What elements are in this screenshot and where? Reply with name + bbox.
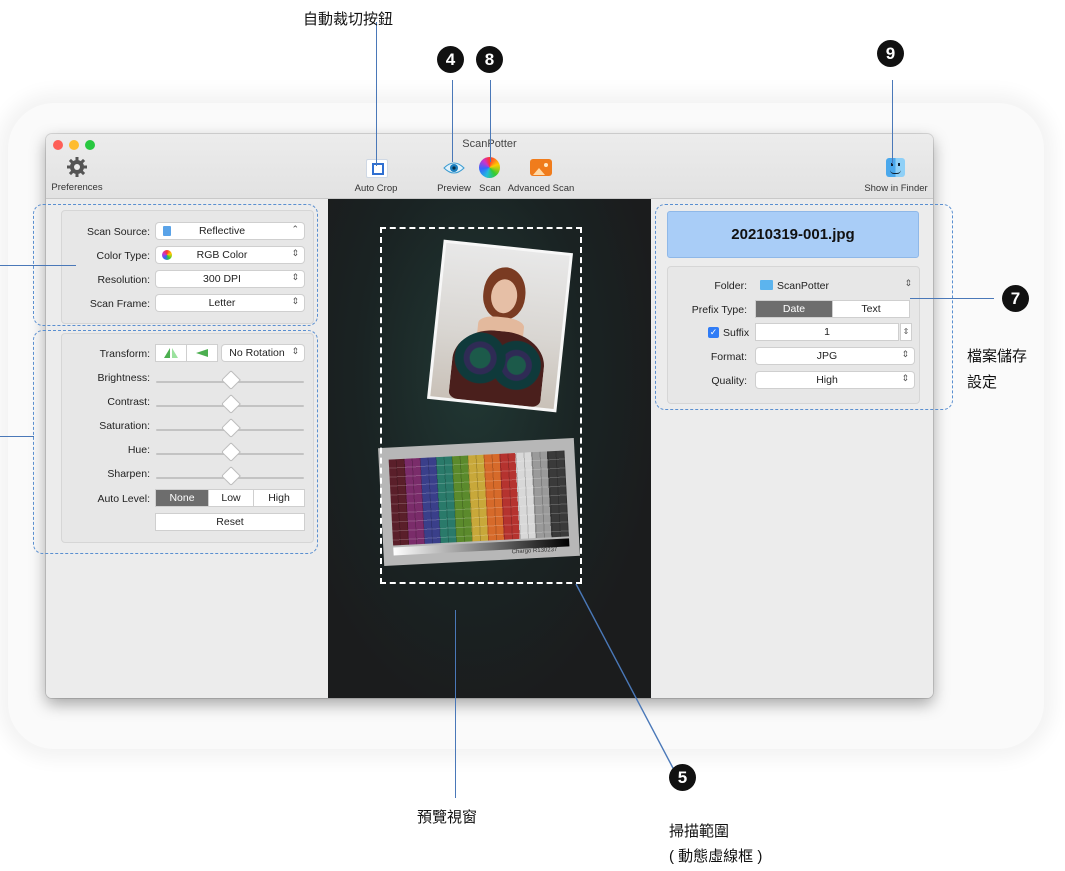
advanced-scan-label: Advanced Scan — [507, 183, 575, 194]
callout-line-4 — [452, 80, 454, 162]
scan-area-annotation: 掃描範圍 — [669, 823, 730, 840]
callout-line-9 — [892, 80, 894, 164]
scan-button[interactable]: Scan — [473, 156, 507, 196]
preview-button[interactable]: Preview — [434, 158, 474, 196]
advanced-scan-button[interactable]: Advanced Scan — [506, 158, 576, 196]
preferences-button[interactable]: Preferences — [50, 156, 104, 196]
badge-9: 9 — [877, 40, 904, 67]
preview-window-annotation: 預覽視窗 — [417, 809, 478, 826]
callout-line-autocrop — [376, 22, 378, 166]
auto-crop-label: Auto Crop — [354, 183, 398, 194]
auto-crop-annotation: 自動裁切按鈕 — [303, 11, 394, 28]
callout-line-preview — [455, 610, 457, 798]
file-settings-highlight — [655, 204, 953, 410]
badge-7: 7 — [1002, 285, 1029, 312]
eye-icon — [443, 162, 465, 174]
finder-icon — [886, 158, 905, 177]
callout-line-7 — [910, 298, 994, 300]
badge-5: 5 — [669, 764, 696, 791]
photo-icon — [530, 159, 552, 176]
callout-line-left-1 — [0, 265, 76, 267]
badge-8: 8 — [476, 46, 503, 73]
show-in-finder-label: Show in Finder — [864, 183, 928, 194]
scan-area-subannotation: ( 動態虛線框 ) — [669, 848, 763, 865]
preview-label: Preview — [437, 183, 471, 194]
scan-label: Scan — [479, 183, 501, 194]
preferences-label: Preferences — [51, 182, 103, 193]
callout-line-8 — [490, 80, 492, 162]
callout-line-left-2 — [0, 436, 34, 438]
adjustments-highlight — [33, 330, 318, 554]
file-save-annotation: 檔案儲存 設定 — [967, 348, 1028, 391]
gear-icon — [67, 157, 87, 177]
scan-area-frame[interactable] — [380, 227, 582, 584]
badge-4: 4 — [437, 46, 464, 73]
show-in-finder-button[interactable]: Show in Finder — [860, 156, 932, 196]
callout-line-5 — [575, 583, 675, 771]
